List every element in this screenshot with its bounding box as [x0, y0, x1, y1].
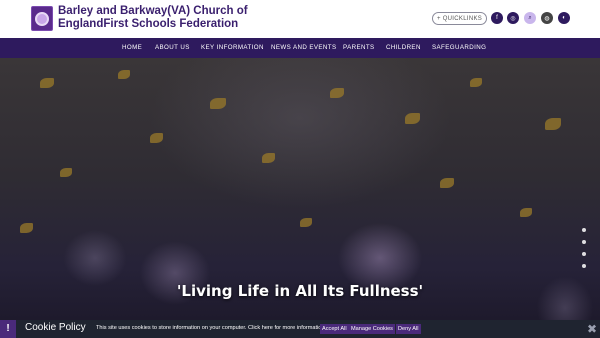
leaf-decoration: [440, 178, 454, 188]
deny-all-button[interactable]: Deny All: [396, 324, 421, 334]
instagram-icon[interactable]: ◎: [507, 12, 519, 24]
leaf-decoration: [262, 153, 275, 163]
leaf-decoration: [520, 208, 532, 217]
search-icon[interactable]: ⌕: [524, 12, 536, 24]
hero-slideshow[interactable]: 'Living Life in All Its Fullness': [0, 58, 600, 320]
translate-icon[interactable]: ◍: [541, 12, 553, 24]
leaf-decoration: [40, 78, 54, 88]
accessibility-icon[interactable]: ◐: [558, 12, 570, 24]
school-name[interactable]: Barley and Barkway(VA) Church of England…: [58, 5, 278, 31]
nav-item-safeguarding[interactable]: SAFEGUARDING: [432, 38, 486, 58]
nav-item-parents[interactable]: PARENTS: [343, 38, 375, 58]
slide-dot[interactable]: [582, 252, 586, 256]
slide-indicators: [582, 228, 588, 268]
leaf-decoration: [150, 133, 163, 143]
alert-icon: !: [0, 320, 16, 338]
main-navigation: HOME ABOUT US KEY INFORMATION NEWS AND E…: [0, 38, 600, 58]
leaf-decoration: [60, 168, 72, 177]
logo-emblem: [35, 11, 49, 26]
hero-caption: 'Living Life in All Its Fullness': [176, 282, 424, 300]
cookie-banner: ! Cookie Policy This site uses cookies t…: [0, 320, 600, 338]
close-icon[interactable]: ✖: [586, 323, 598, 335]
quicklinks-button[interactable]: + QUICKLINKS: [432, 12, 487, 25]
leaf-decoration: [545, 118, 561, 130]
cookie-title: Cookie Policy: [25, 322, 86, 333]
leaf-decoration: [300, 218, 312, 227]
leaf-decoration: [405, 113, 420, 124]
leaf-decoration: [118, 70, 130, 79]
nav-item-children[interactable]: CHILDREN: [386, 38, 421, 58]
nav-item-news-and-events[interactable]: NEWS AND EVENTS: [271, 38, 336, 58]
manage-cookies-button[interactable]: Manage Cookies: [349, 324, 395, 334]
leaf-decoration: [210, 98, 226, 109]
leaf-decoration: [470, 78, 482, 87]
cookie-info-link[interactable]: This site uses cookies to store informat…: [96, 325, 325, 331]
leaf-decoration: [330, 88, 344, 98]
nav-item-key-information[interactable]: KEY INFORMATION: [201, 38, 264, 58]
slide-dot[interactable]: [582, 240, 586, 244]
leaf-decoration: [20, 223, 33, 233]
nav-item-about-us[interactable]: ABOUT US: [155, 38, 190, 58]
facebook-icon[interactable]: f: [491, 12, 503, 24]
slide-dot[interactable]: [582, 228, 586, 232]
slide-dot[interactable]: [582, 264, 586, 268]
accept-all-button[interactable]: Accept All: [320, 324, 349, 334]
school-logo[interactable]: [31, 6, 53, 31]
nav-item-home[interactable]: HOME: [122, 38, 142, 58]
site-header: Barley and Barkway(VA) Church of England…: [0, 0, 600, 38]
